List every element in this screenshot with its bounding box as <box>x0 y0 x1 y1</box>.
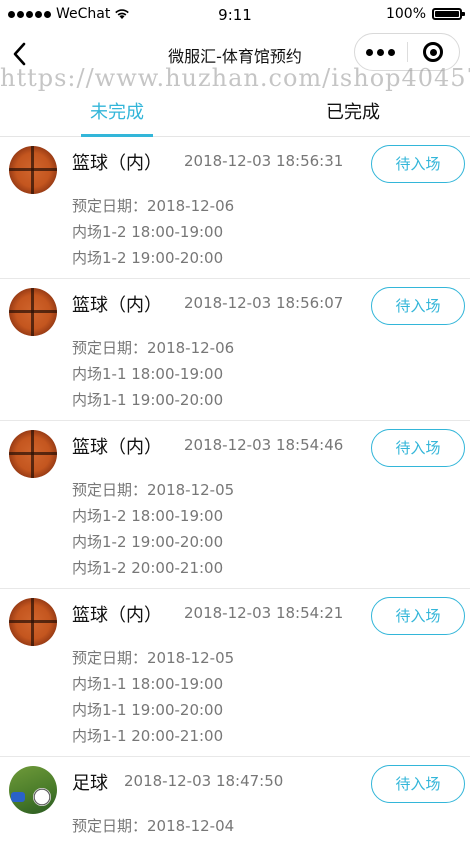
court-slot: 内场1-1 18:00-19:00 <box>72 365 224 383</box>
booking-details: 预定日期：2018-12-06 内场1-2 18:00-19:00 内场1-2 … <box>72 193 234 271</box>
sport-name: 篮球（内） <box>72 605 162 626</box>
booking-details: 预定日期：2018-12-04 <box>72 813 234 839</box>
basketball-thumbnail <box>9 430 57 478</box>
booking-timestamp: 2018-12-03 18:54:46 <box>184 436 344 454</box>
await-entry-button[interactable]: 待入场 <box>371 765 465 803</box>
booking-timestamp: 2018-12-03 18:56:07 <box>184 294 344 312</box>
sport-name: 篮球（内） <box>72 295 162 316</box>
tab-completed[interactable]: 已完成 <box>317 90 389 136</box>
booking-list: 篮球（内） 2018-12-03 18:56:31 待入场 预定日期：2018-… <box>0 137 470 847</box>
court-slot: 内场1-1 18:00-19:00 <box>72 675 224 693</box>
booking-timestamp: 2018-12-03 18:56:31 <box>184 152 344 170</box>
tab-completed-label: 已完成 <box>326 102 380 123</box>
court-slot: 内场1-2 18:00-19:00 <box>72 507 224 525</box>
basketball-thumbnail <box>9 146 57 194</box>
reserved-date: 预定日期：2018-12-04 <box>72 817 235 835</box>
await-entry-button[interactable]: 待入场 <box>371 429 465 467</box>
status-right: 100% <box>385 6 465 22</box>
await-entry-button[interactable]: 待入场 <box>371 597 465 635</box>
more-dots-icon <box>366 48 374 56</box>
court-slot: 内场1-1 20:00-21:00 <box>72 727 224 745</box>
booking-details: 预定日期：2018-12-05 内场1-2 18:00-19:00 内场1-2 … <box>72 477 234 581</box>
close-ring-icon <box>423 42 444 62</box>
court-slot: 内场1-1 19:00-20:00 <box>72 701 224 719</box>
reserved-date: 预定日期：2018-12-06 <box>72 197 235 215</box>
reserved-date: 预定日期：2018-12-06 <box>72 339 235 357</box>
booking-details: 预定日期：2018-12-06 内场1-1 18:00-19:00 内场1-1 … <box>72 335 234 413</box>
booking-card: 篮球（内） 2018-12-03 18:54:46 待入场 预定日期：2018-… <box>0 421 470 589</box>
battery-percentage: 100% <box>385 6 426 22</box>
sport-name: 篮球（内） <box>72 153 162 174</box>
close-miniprogram-button[interactable] <box>407 34 459 70</box>
reserved-date: 预定日期：2018-12-05 <box>72 481 235 499</box>
booking-timestamp: 2018-12-03 18:47:50 <box>124 772 284 790</box>
court-slot: 内场1-2 19:00-20:00 <box>72 533 224 551</box>
tab-pending-label: 未完成 <box>90 102 144 123</box>
miniprogram-capsule <box>354 33 460 71</box>
sport-name: 篮球（内） <box>72 437 162 458</box>
status-bar: WeChat 9:11 100% <box>0 0 470 30</box>
tab-bar: 未完成 已完成 <box>0 90 470 137</box>
sport-name: 足球 <box>72 773 108 794</box>
booking-card: 篮球（内） 2018-12-03 18:54:21 待入场 预定日期：2018-… <box>0 589 470 757</box>
await-entry-button[interactable]: 待入场 <box>371 145 465 183</box>
navigation-bar: 微服汇-体育馆预约 <box>0 30 470 80</box>
basketball-thumbnail <box>9 598 57 646</box>
court-slot: 内场1-2 19:00-20:00 <box>72 249 224 267</box>
battery-icon <box>432 8 465 20</box>
court-slot: 内场1-2 20:00-21:00 <box>72 559 224 577</box>
court-slot: 内场1-2 18:00-19:00 <box>72 223 224 241</box>
boot-shape <box>11 792 25 802</box>
court-slot: 内场1-1 19:00-20:00 <box>72 391 224 409</box>
booking-card: 篮球（内） 2018-12-03 18:56:07 待入场 预定日期：2018-… <box>0 279 470 421</box>
await-entry-button[interactable]: 待入场 <box>371 287 465 325</box>
booking-details: 预定日期：2018-12-05 内场1-1 18:00-19:00 内场1-1 … <box>72 645 234 749</box>
booking-timestamp: 2018-12-03 18:54:21 <box>184 604 344 622</box>
booking-card: 篮球（内） 2018-12-03 18:56:31 待入场 预定日期：2018-… <box>0 137 470 279</box>
more-options-button[interactable] <box>355 34 407 70</box>
soccer-ball-shape <box>33 788 51 806</box>
football-thumbnail <box>9 766 57 814</box>
reserved-date: 预定日期：2018-12-05 <box>72 649 235 667</box>
basketball-thumbnail <box>9 288 57 336</box>
tab-pending[interactable]: 未完成 <box>81 90 153 137</box>
